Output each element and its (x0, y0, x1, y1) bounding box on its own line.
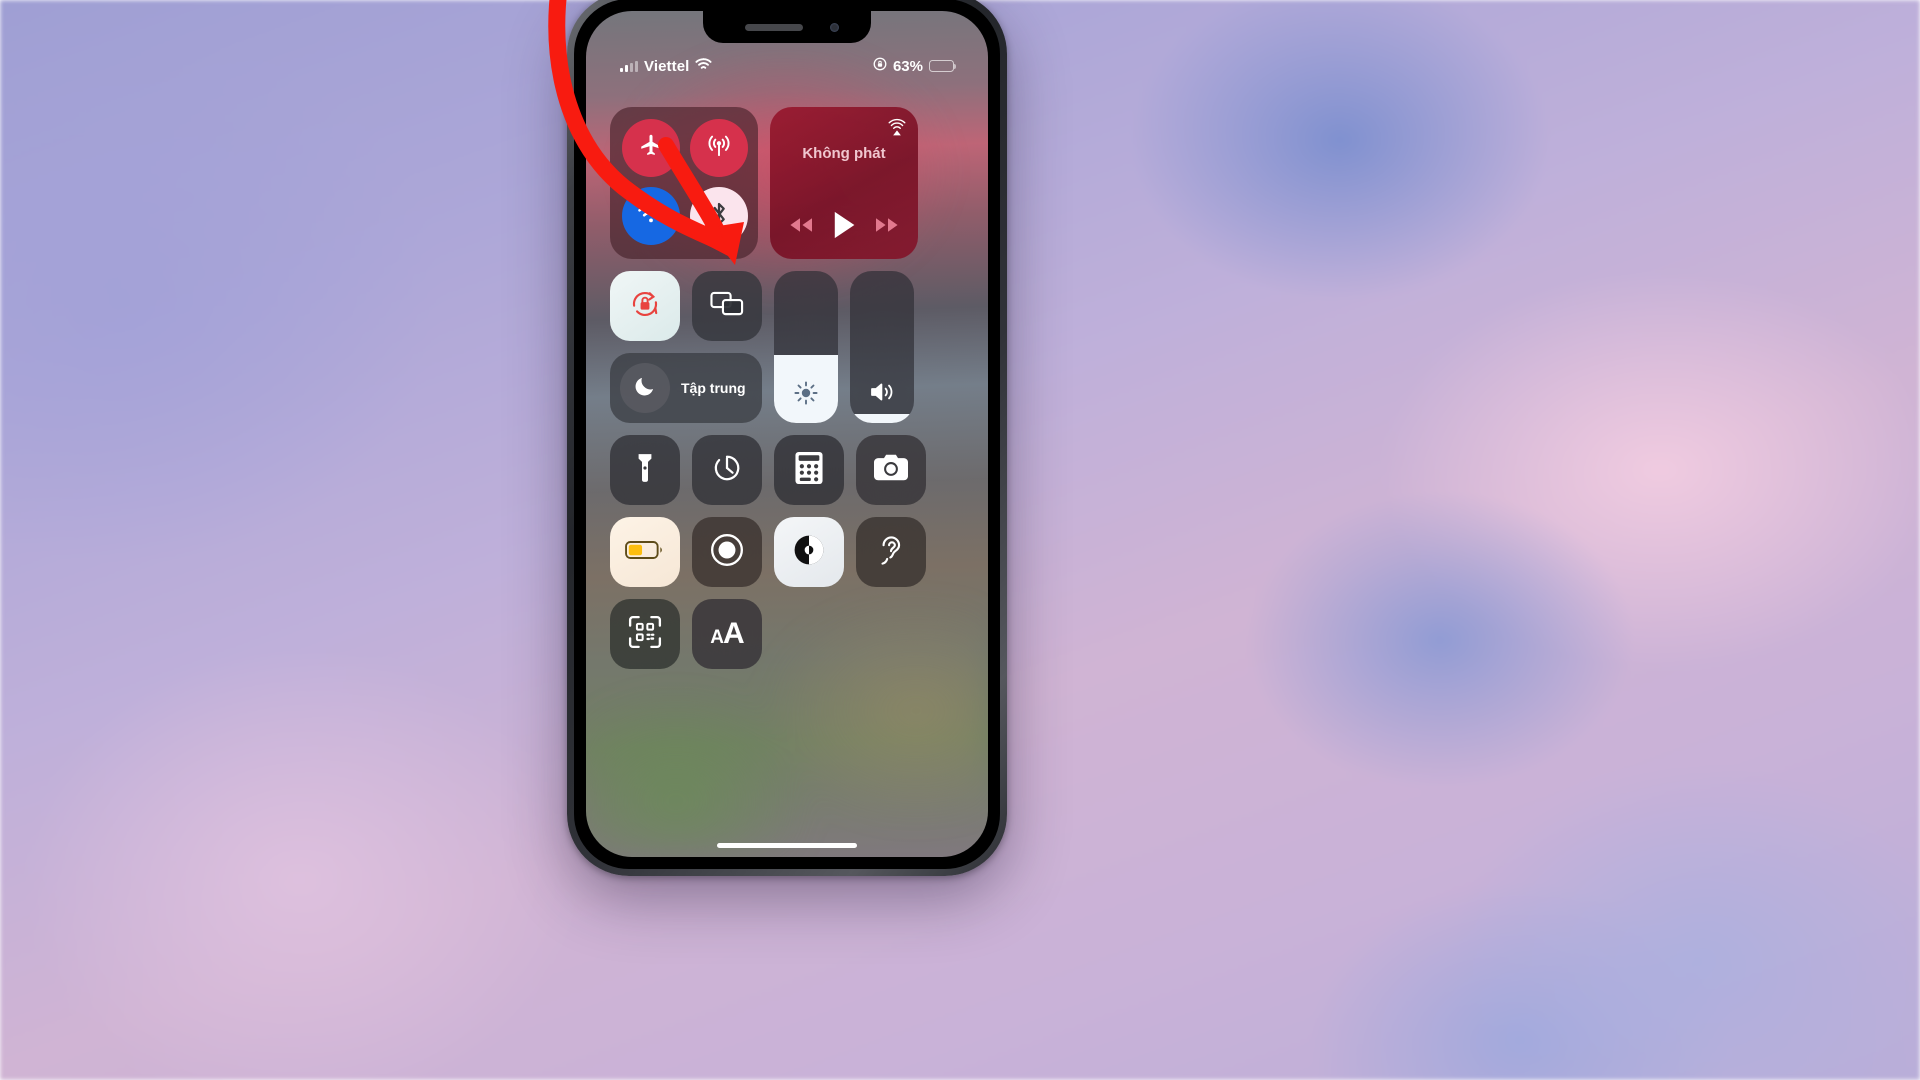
phone-bezel: Viettel 63% Không phát Tập trung A A (574, 0, 1000, 869)
forward-button[interactable] (874, 216, 900, 239)
rotation-lock-icon (628, 287, 662, 326)
battery-icon (929, 60, 957, 72)
screen-record-icon (709, 532, 745, 573)
airplane-mode-toggle[interactable] (622, 119, 680, 177)
qr-scanner-shortcut[interactable] (610, 599, 680, 669)
bluetooth-icon (706, 199, 732, 234)
control-center-row-4 (610, 517, 964, 587)
wifi-toggle[interactable] (622, 187, 680, 245)
control-center-row-2: Tập trung (610, 271, 964, 423)
dark-mode-icon (791, 532, 827, 573)
text-size-shortcut[interactable]: AA (692, 599, 762, 669)
rotation-lock-toggle[interactable] (610, 271, 680, 341)
cellular-data-toggle[interactable] (690, 119, 748, 177)
brightness-slider[interactable] (774, 271, 838, 423)
status-bar-left: Viettel (620, 57, 713, 75)
bluetooth-toggle[interactable] (690, 187, 748, 245)
airplane-icon (638, 133, 664, 164)
screen-recording-toggle[interactable] (692, 517, 762, 587)
brightness-icon (793, 380, 819, 411)
control-center-row-5: AA (610, 599, 964, 669)
play-button[interactable] (831, 210, 857, 245)
low-power-icon (625, 539, 665, 566)
volume-slider-fill (850, 413, 914, 423)
screen-mirroring-icon (709, 289, 745, 324)
cellular-signal-icon (620, 60, 638, 72)
notch (703, 11, 871, 43)
control-center-row-1: Không phát (610, 107, 964, 259)
timer-icon (711, 452, 743, 489)
phone-device-frame: Viettel 63% Không phát Tập trung A A (567, 0, 1007, 876)
media-controls (770, 210, 918, 245)
calculator-shortcut[interactable] (774, 435, 844, 505)
carrier-label: Viettel (644, 57, 690, 75)
text-size-icon: AA (710, 617, 744, 650)
phone-screen: Viettel 63% Không phát Tập trung A A (586, 11, 988, 857)
flashlight-icon (631, 452, 659, 489)
media-title: Không phát (802, 145, 886, 162)
front-camera-icon (830, 23, 839, 32)
cellular-icon (705, 132, 733, 165)
focus-mode-toggle[interactable]: Tập trung (610, 353, 762, 423)
camera-icon (874, 454, 908, 487)
control-center: Không phát Tập trung A A (586, 89, 988, 857)
wifi-icon (636, 202, 666, 231)
rotation-lock-icon (873, 57, 887, 76)
media-player-module[interactable]: Không phát (770, 107, 918, 259)
toggles-top-row (610, 271, 762, 341)
toggles-stack: Tập trung (610, 271, 762, 423)
connectivity-module[interactable] (610, 107, 758, 259)
camera-shortcut[interactable] (856, 435, 926, 505)
control-center-row-3 (610, 435, 964, 505)
status-bar: Viettel 63% (586, 55, 988, 77)
flashlight-toggle[interactable] (610, 435, 680, 505)
volume-icon (868, 380, 896, 409)
moon-icon (633, 374, 657, 403)
battery-percentage: 63% (892, 57, 923, 75)
qr-code-icon (628, 615, 662, 654)
brightness-slider-fill (774, 354, 838, 423)
hearing-shortcut[interactable] (856, 517, 926, 587)
focus-label: Tập trung (681, 380, 746, 396)
rewind-button[interactable] (788, 216, 814, 239)
low-power-mode-toggle[interactable] (610, 517, 680, 587)
status-bar-right: 63% (873, 57, 957, 76)
dark-mode-toggle[interactable] (774, 517, 844, 587)
earpiece-speaker-icon (745, 24, 803, 31)
home-indicator[interactable] (717, 843, 857, 848)
calculator-icon (795, 451, 823, 489)
airplay-icon[interactable] (886, 117, 908, 144)
wifi-icon (695, 57, 713, 75)
volume-slider[interactable] (850, 271, 914, 423)
focus-icon-circle (620, 363, 670, 413)
screen-mirroring-toggle[interactable] (692, 271, 762, 341)
hearing-icon (876, 533, 906, 572)
timer-shortcut[interactable] (692, 435, 762, 505)
